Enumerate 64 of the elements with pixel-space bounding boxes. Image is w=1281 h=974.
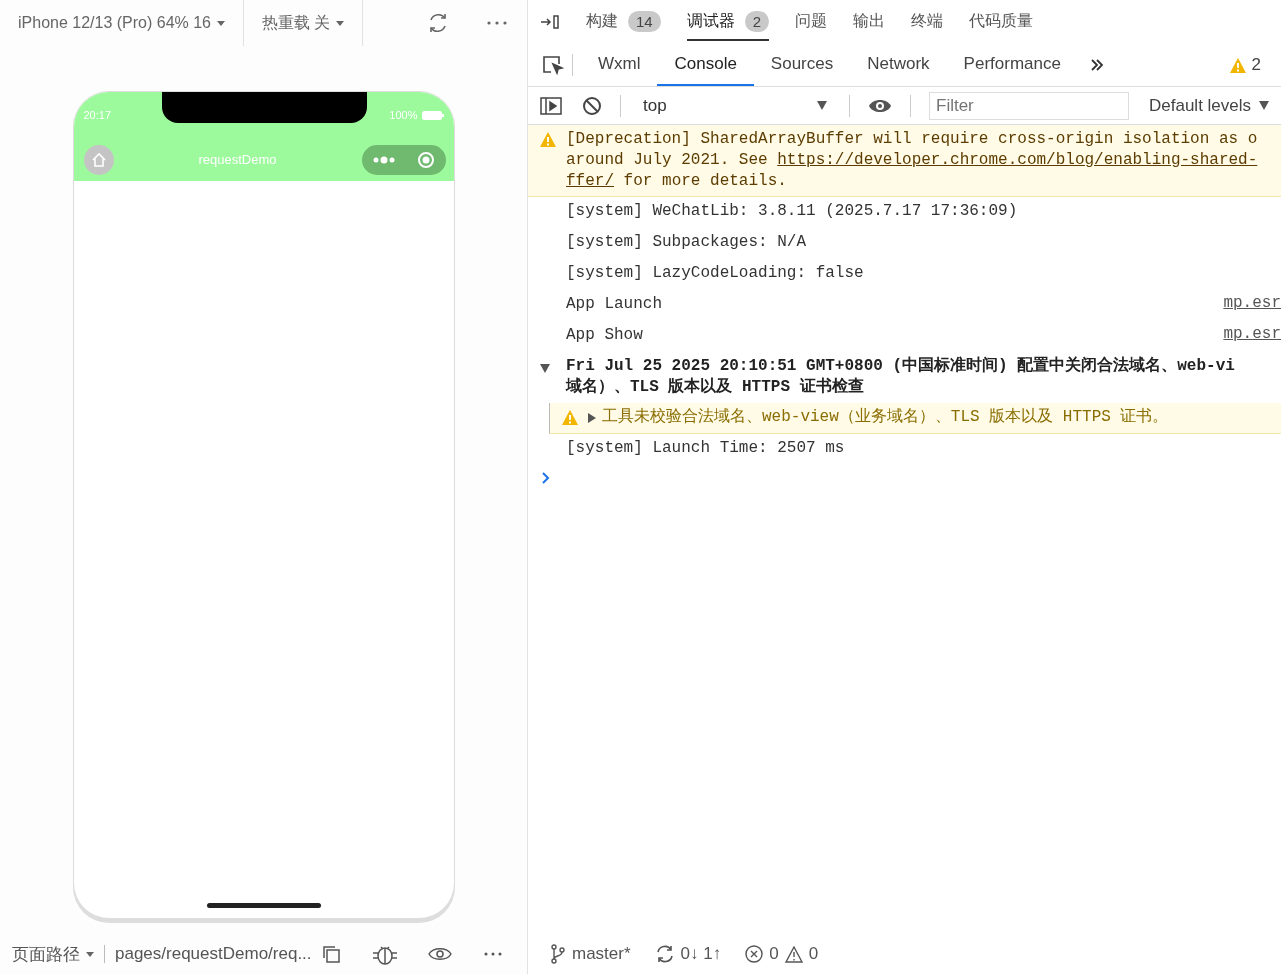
prompt-icon	[542, 472, 550, 484]
source-link[interactable]: mp.esr	[1223, 325, 1281, 347]
count-badge: 2	[744, 11, 770, 32]
link[interactable]: https://developer.chrome.com/blog/enabling-shared-	[777, 151, 1258, 169]
console-message: [Deprecation] SharedArrayBuffer will require cross-origin isolation as o around July 2021. See https://developer.chrome.com/blog/enabling-shared- ffer/ for more details.	[566, 129, 1259, 192]
more-tabs-icon[interactable]	[1089, 59, 1104, 71]
sync-icon	[654, 944, 675, 964]
panel-tab[interactable]: 输出	[853, 3, 886, 41]
error-icon	[745, 945, 764, 963]
console-message: App Show	[566, 325, 644, 346]
sidebar-toggle-icon[interactable]	[540, 96, 562, 115]
clear-icon[interactable]	[582, 95, 602, 116]
panel-tab[interactable]: 终端	[911, 3, 944, 41]
expand-triangle-icon[interactable]	[588, 413, 596, 423]
context-dropdown[interactable]: top	[639, 95, 831, 116]
page-title: requestDemo	[197, 152, 278, 167]
warning-count[interactable]: 2	[1251, 55, 1261, 75]
devtools-tab[interactable]: Performance	[946, 44, 1078, 86]
battery-percent: 100%	[389, 109, 418, 121]
source-link[interactable]: mp.esr	[1223, 294, 1281, 316]
sync-button[interactable]: 0↓ 1↑	[654, 944, 722, 964]
status-time: 20:17	[83, 109, 112, 121]
home-icon	[90, 151, 107, 168]
more-icon[interactable]	[487, 21, 507, 25]
hot-reload-toggle[interactable]: 热重载 关	[244, 0, 364, 46]
device-selector[interactable]: iPhone 12/13 (Pro) 64% 16	[0, 0, 244, 46]
panel-tab[interactable]: 构建 14	[586, 3, 661, 41]
console-message: Fri Jul 25 2025 20:10:51 GMT+0800 (中国标准时间) 配置中关闭合法域名、web-vi 域名）、TLS 版本以及 HTTPS 证书检查	[566, 356, 1236, 398]
battery-icon	[421, 110, 444, 120]
eye-icon[interactable]	[868, 97, 892, 114]
page-path: pages/requestDemo/req...	[115, 944, 312, 964]
page-path-dropdown[interactable]: 页面路径	[12, 942, 94, 966]
dock-icon[interactable]	[540, 14, 560, 30]
copy-icon[interactable]	[321, 945, 340, 963]
console-message: [system] LazyCodeLoading: false	[566, 263, 865, 284]
problems-button[interactable]: 0 0	[745, 944, 819, 964]
inspect-icon[interactable]	[542, 55, 564, 75]
console-message: App Launch	[566, 294, 663, 315]
devtools-tab[interactable]: Sources	[753, 44, 851, 86]
console-message: [system] Subpackages: N/A	[566, 232, 808, 253]
panel-tab[interactable]: 调试器 2	[686, 3, 770, 41]
eye-icon[interactable]	[427, 947, 452, 961]
warning-icon	[540, 132, 556, 147]
link[interactable]: ffer/	[566, 172, 614, 190]
expand-triangle-icon[interactable]	[540, 364, 550, 373]
bug-icon[interactable]	[371, 943, 398, 965]
devtools-tab[interactable]: Network	[850, 44, 947, 86]
devtools-tab[interactable]: Console	[657, 44, 754, 86]
branch-icon	[550, 944, 566, 964]
refresh-icon[interactable]	[427, 12, 449, 34]
panel-tab[interactable]: 问题	[795, 3, 828, 41]
panel-tab[interactable]: 代码质量	[969, 3, 1034, 41]
devtools-tab[interactable]: Wxml	[581, 44, 658, 86]
log-levels-dropdown[interactable]: Default levels	[1143, 94, 1276, 117]
console-message: 工具未校验合法域名、web-view（业务域名）、TLS 版本以及 HTTPS 证书。	[602, 407, 1170, 428]
console-message: [system] Launch Time: 2507 ms	[566, 438, 846, 459]
count-badge: 14	[628, 11, 661, 32]
filter-field[interactable]: Filter	[929, 91, 1129, 120]
warning-icon	[562, 410, 578, 425]
more-icon[interactable]	[483, 952, 502, 956]
branch-button[interactable]: master*	[550, 944, 631, 964]
warning-icon	[784, 945, 803, 963]
warning-icon	[1229, 57, 1246, 73]
console-message: [system] WeChatLib: 3.8.11 (2025.7.17 17:36:09)	[566, 201, 1019, 222]
